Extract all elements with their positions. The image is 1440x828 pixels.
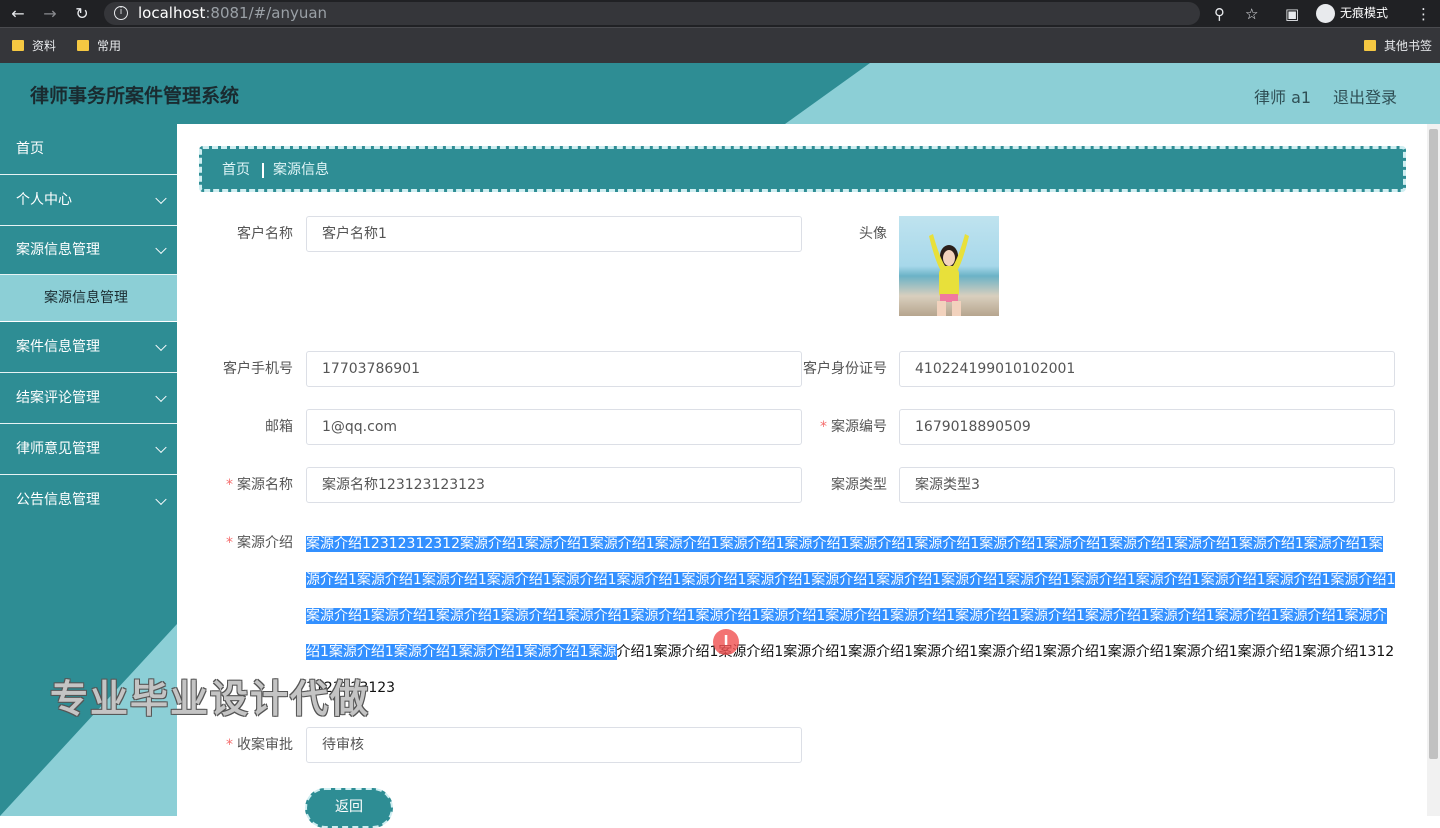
bookmark-label: 其他书签 <box>1384 39 1433 53</box>
sidebar-item-closing-comments[interactable]: 结案评论管理 <box>0 373 177 424</box>
menu-kebab-icon[interactable]: ⋮ <box>1416 4 1431 24</box>
required-marker: * <box>226 535 233 551</box>
case-name-label: * 案源名称 <box>207 477 293 493</box>
intro-label-text: 案源介绍 <box>237 535 293 551</box>
approval-label: * 收案审批 <box>207 737 293 753</box>
bookmarks-bar: 资料 常用 其他书签 <box>0 27 1440 63</box>
intro-label: * 案源介绍 <box>207 535 293 551</box>
required-marker: * <box>820 419 827 435</box>
approval-field[interactable]: 待审核 <box>306 727 802 763</box>
scrollbar-thumb[interactable] <box>1429 129 1438 759</box>
site-info-icon[interactable]: i <box>114 6 128 20</box>
incognito-label: 无痕模式 <box>1340 6 1389 20</box>
sidebar-item-label: 律师意见管理 <box>16 441 100 457</box>
url-host: localhost <box>138 4 206 22</box>
approval-label-text: 收案审批 <box>237 737 293 753</box>
required-marker: * <box>226 737 233 753</box>
email-field[interactable]: 1@qq.com <box>306 409 802 445</box>
chevron-up-icon <box>155 242 167 255</box>
back-arrow-icon[interactable]: ← <box>8 4 28 24</box>
reload-icon[interactable]: ↻ <box>72 4 92 24</box>
incognito-icon <box>1316 4 1335 23</box>
breadcrumb-separator <box>262 163 264 178</box>
breadcrumb: 首页 案源信息 <box>199 146 1406 192</box>
browser-toolbar: ← → ↻ localhost:8081/#/anyuan i ⚲ ☆ ▣ 无痕… <box>0 0 1440 27</box>
sidebar-item-personal[interactable]: 个人中心 <box>0 175 177 226</box>
app-header: 律师事务所案件管理系统 律师 a1 退出登录 <box>0 63 1440 124</box>
breadcrumb-home[interactable]: 首页 <box>222 162 250 178</box>
bookmark-label: 资料 <box>32 39 57 53</box>
bookmark-label: 常用 <box>97 39 122 53</box>
sidebar-item-home[interactable]: 首页 <box>0 124 177 175</box>
app-title: 律师事务所案件管理系统 <box>30 85 240 107</box>
intro-content[interactable]: 案源介绍12312312312案源介绍1案源介绍1案源介绍1案源介绍1案源介绍1… <box>306 526 1396 706</box>
person-photo-icon <box>929 234 969 316</box>
sidebar-item-label: 公告信息管理 <box>16 492 100 508</box>
intro-selected-text: 案源介绍12312312312案源介绍1案源介绍1案源介绍1案源介绍1案源介绍1… <box>306 536 1396 660</box>
back-button[interactable]: 返回 <box>305 788 393 828</box>
sidebar-item-label: 案源信息管理 <box>16 242 100 258</box>
folder-icon <box>12 40 24 51</box>
current-user: 律师 a1 <box>1254 88 1312 107</box>
sidebar-item-label: 首页 <box>16 141 44 157</box>
bookmark-folder-changyong[interactable]: 常用 <box>77 38 121 54</box>
star-icon[interactable]: ☆ <box>1245 4 1258 24</box>
page-scrollbar[interactable] <box>1427 124 1440 816</box>
incognito-indicator[interactable]: 无痕模式 <box>1316 3 1388 24</box>
address-bar[interactable]: localhost:8081/#/anyuan <box>104 2 1200 25</box>
text-cursor-icon: I <box>713 629 739 655</box>
chevron-down-icon <box>155 339 167 352</box>
case-name-field[interactable]: 案源名称123123123123 <box>306 467 802 503</box>
key-icon[interactable]: ⚲ <box>1214 4 1225 24</box>
case-no-label: * 案源编号 <box>797 419 887 435</box>
chevron-down-icon <box>155 390 167 403</box>
bookmark-folder-other[interactable]: 其他书签 <box>1364 38 1432 54</box>
folder-icon <box>1364 40 1376 51</box>
forward-arrow-icon[interactable]: → <box>40 4 60 24</box>
chevron-down-icon <box>155 441 167 454</box>
avatar-image <box>899 216 999 316</box>
url-path: :8081/#/anyuan <box>205 4 328 22</box>
phone-label: 客户手机号 <box>223 361 293 377</box>
sidebar-item-case-source[interactable]: 案源信息管理 <box>0 226 177 275</box>
folder-icon <box>77 40 89 51</box>
sidebar-item-label: 结案评论管理 <box>16 390 100 406</box>
case-no-label-text: 案源编号 <box>831 419 887 435</box>
sidebar-item-label: 个人中心 <box>16 192 72 208</box>
bookmark-folder-ziliao[interactable]: 资料 <box>12 38 56 54</box>
breadcrumb-current: 案源信息 <box>273 162 329 178</box>
sidepanel-icon[interactable]: ▣ <box>1285 4 1299 24</box>
sidebar-item-announcements[interactable]: 公告信息管理 <box>0 475 177 526</box>
case-type-field[interactable]: 案源类型3 <box>899 467 1395 503</box>
case-type-label: 案源类型 <box>831 477 887 493</box>
case-name-label-text: 案源名称 <box>237 477 293 493</box>
chevron-down-icon <box>155 192 167 205</box>
sidebar-item-lawyer-opinion[interactable]: 律师意见管理 <box>0 424 177 475</box>
email-label: 邮箱 <box>265 419 293 435</box>
customer-name-label: 客户名称 <box>237 226 293 242</box>
sidebar-item-label: 案件信息管理 <box>16 339 100 355</box>
browser-chrome: ← → ↻ localhost:8081/#/anyuan i ⚲ ☆ ▣ 无痕… <box>0 0 1440 63</box>
id-number-field[interactable]: 410224199010102001 <box>899 351 1395 387</box>
chevron-down-icon <box>155 493 167 505</box>
avatar-label: 头像 <box>859 226 887 242</box>
watermark-text: 专业毕业设计代做 <box>50 677 371 721</box>
customer-name-field[interactable]: 客户名称1 <box>306 216 802 252</box>
logout-link[interactable]: 退出登录 <box>1333 84 1397 108</box>
id-number-label: 客户身份证号 <box>803 361 887 377</box>
sidebar-subitem-case-source[interactable]: 案源信息管理 <box>0 275 177 322</box>
phone-field[interactable]: 17703786901 <box>306 351 802 387</box>
sidebar-item-case-info[interactable]: 案件信息管理 <box>0 322 177 373</box>
required-marker: * <box>226 477 233 493</box>
case-no-field[interactable]: 1679018890509 <box>899 409 1395 445</box>
